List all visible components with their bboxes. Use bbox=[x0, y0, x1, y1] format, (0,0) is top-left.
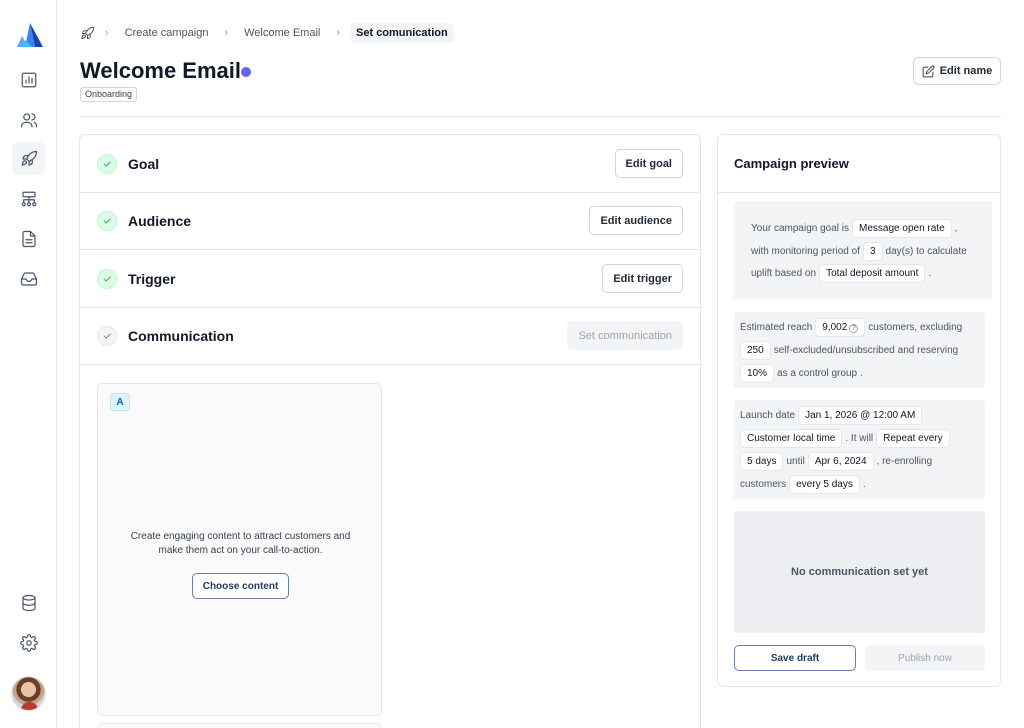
repeat-chip: Repeat every bbox=[876, 428, 950, 448]
edit-audience-button[interactable]: Edit audience bbox=[589, 206, 683, 235]
edit-goal-button[interactable]: Edit goal bbox=[614, 149, 683, 178]
database-icon bbox=[21, 594, 36, 611]
nav-flows[interactable] bbox=[12, 182, 45, 215]
summary-text: , re-enrolling bbox=[876, 455, 933, 467]
edit-name-label: Edit name bbox=[939, 65, 993, 77]
schedule-summary: Launch date Jan 1, 2026 @ 12:00 AM Custo… bbox=[734, 400, 985, 499]
nav-settings[interactable] bbox=[12, 626, 45, 659]
metric-chip: Total deposit amount bbox=[819, 263, 926, 283]
chevron-right-icon: › bbox=[105, 27, 109, 39]
publish-now-button[interactable]: Publish now bbox=[865, 645, 985, 671]
breadcrumb-create-campaign[interactable]: Create campaign bbox=[119, 23, 215, 43]
breadcrumb-current: Set comunication bbox=[350, 23, 454, 43]
check-icon bbox=[103, 161, 111, 166]
document-icon bbox=[21, 230, 36, 247]
summary-text: until bbox=[786, 455, 805, 467]
campaign-tag: Onboarding bbox=[80, 87, 138, 102]
edit-icon bbox=[922, 65, 935, 77]
sidebar bbox=[0, 0, 57, 728]
divider bbox=[718, 192, 1000, 193]
communication-preview-empty: No communication set yet bbox=[734, 511, 985, 633]
steps-card: Goal Edit goal Audience Edit audience Tr… bbox=[79, 134, 701, 728]
help-icon[interactable]: ? bbox=[849, 323, 859, 333]
choose-content-button[interactable]: Choose content bbox=[192, 573, 289, 599]
step-complete-indicator bbox=[97, 210, 117, 231]
reach-value: 9,002 bbox=[822, 321, 848, 333]
check-icon bbox=[103, 218, 111, 223]
set-communication-button[interactable]: Set communication bbox=[567, 321, 683, 350]
breadcrumb-welcome-email[interactable]: Welcome Email bbox=[238, 23, 326, 43]
nav-campaigns[interactable] bbox=[12, 142, 45, 175]
save-draft-button[interactable]: Save draft bbox=[734, 645, 856, 671]
step-complete-indicator bbox=[97, 268, 117, 289]
interval-chip: 5 days bbox=[740, 451, 784, 471]
summary-text: self-excluded/unsubscribed and reserving bbox=[773, 344, 959, 356]
summary-text: , bbox=[954, 222, 958, 234]
goal-summary: Your campaign goal is Message open rate … bbox=[734, 201, 992, 299]
summary-text: . bbox=[928, 267, 932, 279]
launch-date-chip: Jan 1, 2026 @ 12:00 AM bbox=[798, 405, 923, 425]
timezone-chip: Customer local time bbox=[740, 428, 843, 448]
nav-database[interactable] bbox=[12, 586, 45, 619]
summary-text: . It will bbox=[845, 432, 874, 444]
gear-icon bbox=[19, 633, 38, 652]
period-chip: 3 bbox=[862, 241, 883, 261]
step-label: Goal bbox=[128, 155, 160, 172]
edit-trigger-button[interactable]: Edit trigger bbox=[602, 264, 683, 293]
step-label: Trigger bbox=[128, 270, 176, 287]
goal-value-chip: Message open rate bbox=[852, 218, 952, 238]
variant-badge: A bbox=[110, 393, 130, 411]
step-label: Communication bbox=[128, 327, 234, 344]
summary-text: customers, excluding bbox=[868, 321, 963, 333]
summary-text: customers bbox=[740, 478, 787, 490]
summary-text: Estimated reach bbox=[740, 321, 813, 333]
reenroll-chip: every 5 days bbox=[789, 474, 860, 494]
nav-templates[interactable] bbox=[12, 222, 45, 255]
communication-variant-panel: A Create engaging content to attract cus… bbox=[97, 383, 382, 716]
edit-name-button[interactable]: Edit name bbox=[913, 57, 1001, 85]
reach-chip: 9,002? bbox=[815, 317, 866, 337]
summary-text: . bbox=[862, 478, 866, 490]
reach-summary: Estimated reach 9,002? customers, exclud… bbox=[734, 312, 985, 388]
nav-customers[interactable] bbox=[12, 103, 45, 136]
chevron-right-icon: › bbox=[336, 27, 341, 39]
app-logo[interactable] bbox=[16, 22, 44, 48]
nav-inbox[interactable] bbox=[12, 262, 45, 295]
rocket-icon[interactable] bbox=[80, 26, 95, 41]
users-icon bbox=[20, 112, 37, 127]
breadcrumb: › Create campaign › Welcome Email › Set … bbox=[80, 22, 454, 44]
check-icon bbox=[103, 333, 111, 338]
summary-text: Launch date bbox=[740, 409, 796, 421]
communication-help-text: Create engaging content to attract custo… bbox=[130, 531, 351, 556]
summary-text: Your campaign goal is bbox=[751, 222, 850, 234]
summary-text: with monitoring period of bbox=[751, 245, 860, 257]
avatar[interactable] bbox=[11, 676, 46, 711]
step-pending-indicator bbox=[97, 325, 117, 346]
step-communication: Communication Set communication bbox=[80, 307, 700, 365]
summary-text: day(s) to calculate bbox=[885, 245, 967, 257]
page-title: Welcome Email bbox=[80, 58, 241, 83]
hierarchy-icon bbox=[21, 191, 36, 206]
bar-chart-icon bbox=[21, 72, 36, 87]
divider bbox=[80, 116, 1001, 117]
campaign-preview-card: Campaign preview Your campaign goal is M… bbox=[717, 134, 1001, 687]
step-complete-indicator bbox=[97, 153, 117, 174]
end-date-chip: Apr 6, 2024 bbox=[807, 451, 874, 471]
summary-text: as a control group . bbox=[777, 367, 863, 379]
nav-analytics[interactable] bbox=[12, 63, 45, 96]
excluded-chip: 250 bbox=[740, 340, 771, 360]
preview-title: Campaign preview bbox=[734, 156, 849, 171]
inbox-icon bbox=[20, 271, 37, 286]
step-label: Audience bbox=[128, 212, 192, 229]
rocket-icon bbox=[21, 150, 37, 166]
step-trigger: Trigger Edit trigger bbox=[80, 250, 700, 308]
summary-text: uplift based on bbox=[751, 267, 817, 279]
status-dot bbox=[241, 67, 251, 77]
control-group-chip: 10% bbox=[740, 363, 775, 383]
communication-variant-panel bbox=[97, 723, 382, 728]
step-audience: Audience Edit audience bbox=[80, 192, 700, 250]
step-goal: Goal Edit goal bbox=[80, 135, 700, 193]
check-icon bbox=[103, 276, 111, 281]
chevron-right-icon: › bbox=[224, 27, 229, 39]
